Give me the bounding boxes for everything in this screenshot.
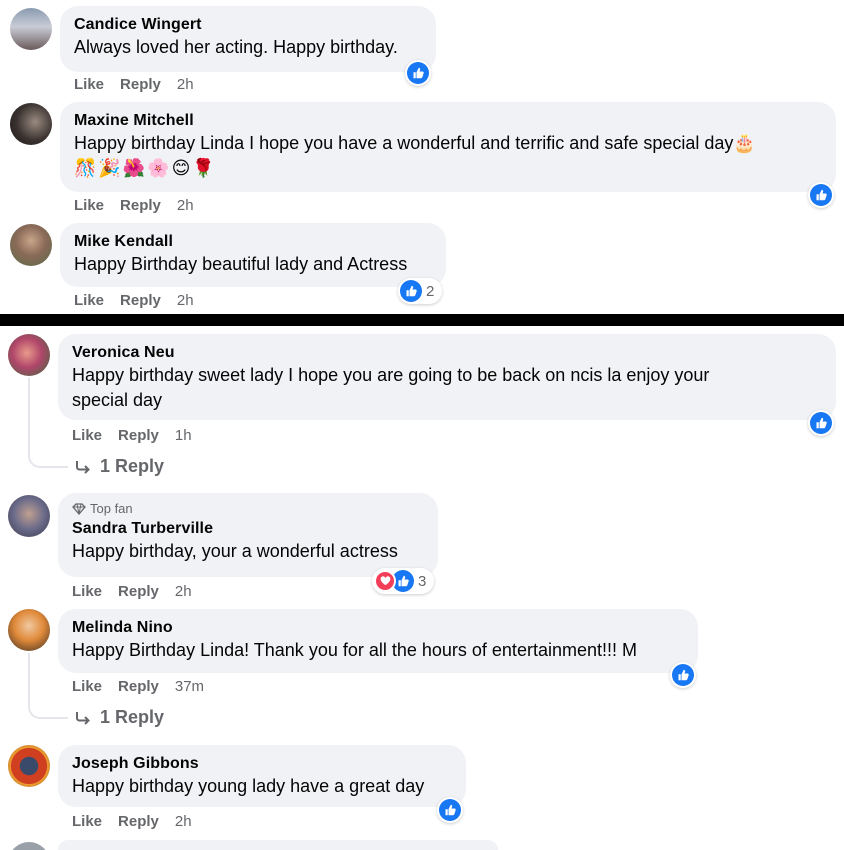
comment-actions: Like Reply 1h: [72, 427, 192, 444]
top-fan-badge: Top fan: [72, 501, 424, 517]
comment-timestamp[interactable]: 2h: [177, 197, 194, 214]
avatar[interactable]: [10, 8, 52, 50]
reply-button[interactable]: Reply: [118, 678, 159, 695]
comment-actions: Like Reply 37m: [72, 678, 204, 695]
comment-bubble: Veronica Neu Happy birthday sweet lady I…: [58, 334, 836, 420]
top-fan-diamond-icon: [72, 503, 86, 515]
avatar-next-comment[interactable]: [8, 842, 50, 850]
comment-text: Always loved her acting. Happy birthday.: [74, 37, 398, 57]
comment-emojis: 🎊🎉🌺🌸😊🌹: [74, 158, 217, 178]
reply-button[interactable]: Reply: [120, 197, 161, 214]
comment-author[interactable]: Melinda Nino: [72, 618, 684, 638]
comment-text-line2: special day: [72, 390, 163, 410]
comment-author[interactable]: Candice Wingert: [74, 15, 422, 35]
like-icon: [672, 664, 694, 686]
comment-actions: Like Reply 2h: [72, 583, 192, 600]
reaction-summary[interactable]: [437, 797, 463, 823]
reply-arrow-icon: [76, 460, 90, 474]
comment-actions: Like Reply 2h: [72, 813, 192, 830]
like-button[interactable]: Like: [72, 427, 102, 444]
reply-arrow-icon: [76, 711, 90, 725]
avatar[interactable]: [8, 334, 50, 376]
like-button[interactable]: Like: [72, 678, 102, 695]
reply-button[interactable]: Reply: [120, 76, 161, 93]
avatar[interactable]: [8, 745, 50, 787]
like-icon: [407, 62, 429, 84]
reaction-summary[interactable]: [670, 662, 696, 688]
view-replies-link[interactable]: 1 Reply: [74, 707, 164, 728]
comment-bubble: Joseph Gibbons Happy birthday young lady…: [58, 745, 466, 807]
avatar[interactable]: [10, 224, 52, 266]
comment-text: Happy birthday Linda I hope you have a w…: [74, 133, 756, 153]
comment-bubble: Candice Wingert Always loved her acting.…: [60, 6, 436, 72]
like-button[interactable]: Like: [74, 292, 104, 309]
avatar[interactable]: [8, 609, 50, 651]
next-comment-bubble: [58, 840, 498, 850]
reaction-count: 3: [418, 572, 427, 590]
reaction-count: 2: [426, 282, 435, 300]
comment-bubble: Maxine Mitchell Happy birthday Linda I h…: [60, 102, 836, 192]
comment-text: Happy birthday young lady have a great d…: [72, 776, 425, 796]
comment-timestamp[interactable]: 37m: [175, 678, 204, 695]
comment-actions: Like Reply 2h: [74, 197, 194, 214]
like-icon: [439, 799, 461, 821]
reaction-summary[interactable]: 3: [372, 568, 435, 594]
reaction-summary[interactable]: [405, 60, 431, 86]
like-button[interactable]: Like: [74, 197, 104, 214]
comment-actions: Like Reply 2h: [74, 292, 194, 309]
comment-author[interactable]: Mike Kendall: [74, 232, 432, 252]
comment-text: Happy birthday, your a wonderful actress: [72, 541, 398, 561]
comment-timestamp[interactable]: 1h: [175, 427, 192, 444]
reaction-summary[interactable]: [808, 410, 834, 436]
reaction-summary[interactable]: [808, 182, 834, 208]
like-icon: [810, 412, 832, 434]
comment-author[interactable]: Joseph Gibbons: [72, 754, 452, 774]
comment-text: Happy Birthday beautiful lady and Actres…: [74, 254, 408, 274]
like-button[interactable]: Like: [74, 76, 104, 93]
love-icon: [374, 570, 396, 592]
comment-author[interactable]: Maxine Mitchell: [74, 111, 822, 131]
screenshot-divider: [0, 314, 844, 326]
reaction-summary[interactable]: 2: [398, 278, 443, 304]
comment-text: Happy birthday sweet lady I hope you are…: [72, 365, 710, 385]
reply-button[interactable]: Reply: [120, 292, 161, 309]
top-fan-label: Top fan: [90, 501, 133, 516]
view-replies-label: 1 Reply: [100, 456, 165, 476]
comment-timestamp[interactable]: 2h: [175, 583, 192, 600]
comment-text: Happy Birthday Linda! Thank you for all …: [72, 640, 637, 660]
comment-actions: Like Reply 2h: [74, 76, 194, 93]
view-replies-link[interactable]: 1 Reply: [74, 456, 164, 477]
comment-author[interactable]: Sandra Turberville: [72, 519, 424, 539]
like-button[interactable]: Like: [72, 583, 102, 600]
like-icon: [400, 280, 422, 302]
comment-author[interactable]: Veronica Neu: [72, 343, 822, 363]
avatar[interactable]: [10, 103, 52, 145]
reply-button[interactable]: Reply: [118, 583, 159, 600]
like-icon: [810, 184, 832, 206]
comment-timestamp[interactable]: 2h: [175, 813, 192, 830]
comment-bubble: Mike Kendall Happy Birthday beautiful la…: [60, 223, 446, 287]
like-button[interactable]: Like: [72, 813, 102, 830]
view-replies-label: 1 Reply: [100, 707, 165, 727]
reply-button[interactable]: Reply: [118, 813, 159, 830]
comment-bubble: Top fan Sandra Turberville Happy birthda…: [58, 493, 438, 577]
comment-timestamp[interactable]: 2h: [177, 76, 194, 93]
comment-timestamp[interactable]: 2h: [177, 292, 194, 309]
comment-bubble: Melinda Nino Happy Birthday Linda! Thank…: [58, 609, 698, 673]
avatar[interactable]: [8, 495, 50, 537]
reply-button[interactable]: Reply: [118, 427, 159, 444]
